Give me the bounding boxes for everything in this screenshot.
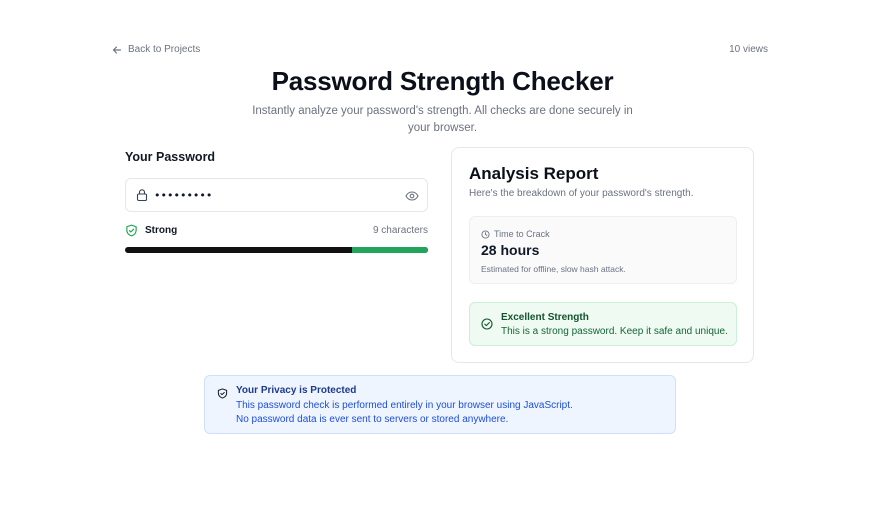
back-link-label[interactable]: Back to Projects (128, 44, 200, 55)
strength-meter (125, 247, 428, 253)
privacy-title: Your Privacy is Protected (236, 385, 357, 396)
check-circle-icon (481, 318, 493, 330)
time-to-crack-value: 28 hours (481, 242, 540, 258)
analysis-report-card: Analysis Report Here's the breakdown of … (451, 147, 754, 363)
lock-icon (136, 189, 148, 202)
strength-meter-fill (352, 247, 428, 253)
time-to-crack-label-row: Time to Crack (481, 229, 550, 239)
top-bar: Back to Projects 10 views (112, 44, 768, 58)
privacy-text-line-2: No password data is ever sent to servers… (236, 414, 509, 425)
character-count: 9 characters (372, 225, 428, 236)
password-section: Your Password Strong 9 characters (125, 150, 428, 253)
page-subtitle: Instantly analyze your password's streng… (252, 105, 633, 134)
strength-result-title: Excellent Strength (501, 312, 589, 323)
privacy-notice: Your Privacy is Protected This password … (204, 375, 676, 434)
time-to-crack-label: Time to Crack (494, 229, 550, 239)
shield-check-icon (126, 224, 137, 237)
view-count: 10 views (729, 44, 768, 55)
time-to-crack-note: Estimated for offline, slow hash attack. (481, 264, 626, 274)
strength-result-panel: Excellent Strength This is a strong pass… (469, 302, 737, 346)
shield-icon (217, 388, 228, 399)
eye-icon[interactable] (405, 189, 419, 203)
back-to-projects-link[interactable]: Back to Projects (112, 44, 200, 55)
password-heading: Your Password (125, 150, 216, 164)
page-title: Password Strength Checker (271, 66, 614, 96)
password-input[interactable] (154, 185, 394, 205)
arrow-left-icon (112, 45, 122, 54)
report-subtitle: Here's the breakdown of your password's … (469, 188, 694, 199)
password-field[interactable] (125, 178, 428, 212)
privacy-text-line-1: This password check is performed entirel… (236, 400, 573, 411)
report-title: Analysis Report (469, 164, 599, 183)
time-to-crack-panel: Time to Crack 28 hours Estimated for off… (469, 216, 737, 284)
clock-icon (481, 229, 490, 239)
strength-label: Strong (145, 225, 178, 236)
strength-result-text: This is a strong password. Keep it safe … (501, 326, 728, 337)
strength-row: Strong 9 characters (125, 224, 428, 238)
